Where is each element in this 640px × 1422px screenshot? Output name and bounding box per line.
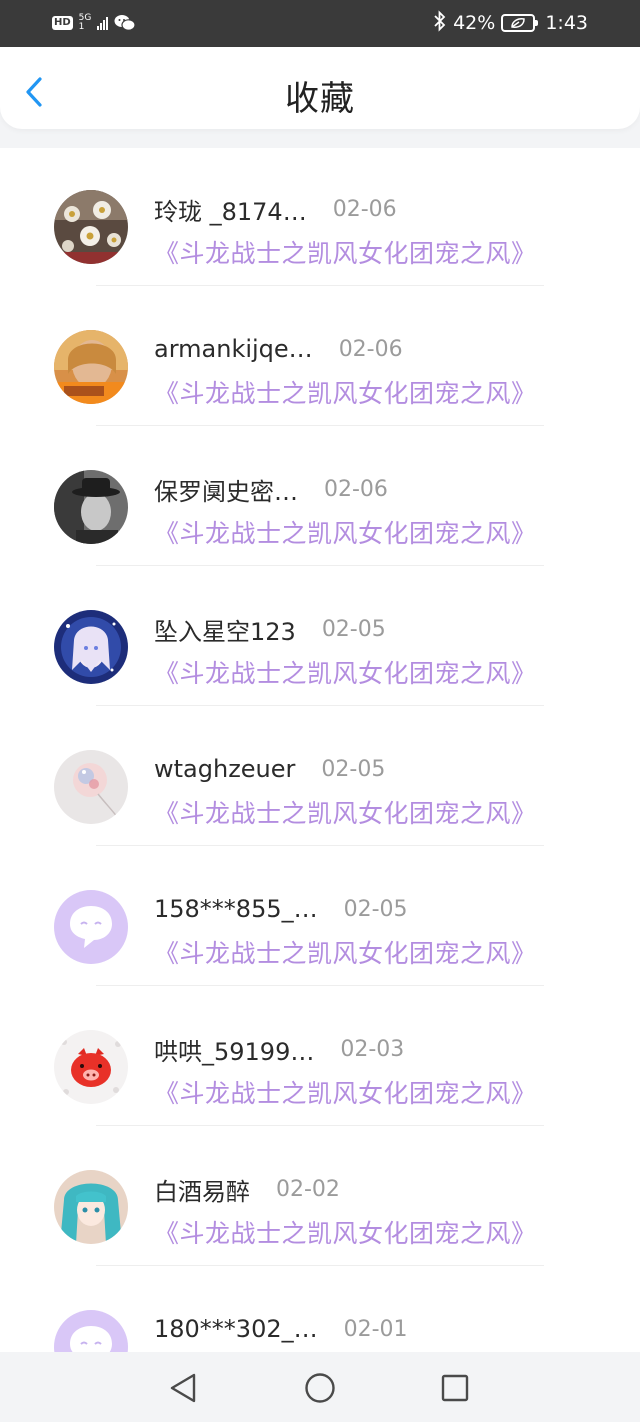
username[interactable]: 哄哄_59199… [154, 1032, 314, 1067]
date: 02-05 [321, 616, 386, 642]
status-bar: HD 5G 1 42% 1:43 [0, 0, 640, 47]
network-type: 5G 1 [78, 13, 92, 32]
default-chat-avatar-icon [54, 1310, 128, 1352]
divider [96, 845, 544, 846]
date: 02-06 [338, 336, 403, 362]
battery-icon [501, 14, 539, 32]
list-item[interactable]: 哄哄_59199… 02-03 《斗龙战士之凯风女化团宠之风》 [0, 988, 640, 1128]
bluetooth-icon [433, 9, 447, 37]
date: 02-05 [321, 756, 386, 782]
work-title[interactable]: 《斗龙战士之凯风女化团宠之风》 [154, 234, 537, 270]
work-title[interactable]: 《斗龙战士之凯风女化团宠之风》 [154, 374, 537, 410]
girl-photo-avatar-icon [54, 330, 128, 404]
divider [96, 425, 544, 426]
date: 02-01 [343, 1316, 408, 1342]
anime-girl-avatar-icon [54, 610, 128, 684]
list-item[interactable]: 保罗阒史密… 02-06 《斗龙战士之凯风女化团宠之风》 [0, 428, 640, 568]
miku-avatar-icon [54, 1170, 128, 1244]
wechat-icon [114, 14, 136, 32]
divider [96, 285, 544, 286]
system-nav-bar [0, 1352, 640, 1422]
list-item[interactable]: 玲珑 _8174… 02-06 《斗龙战士之凯风女化团宠之风》 [0, 148, 640, 288]
triangle-back-icon [170, 1373, 196, 1403]
avatar[interactable] [54, 190, 128, 264]
list-item[interactable]: 白酒易醉 02-02 《斗龙战士之凯风女化团宠之风》 [0, 1128, 640, 1268]
divider [96, 565, 544, 566]
battery-percent: 42% [453, 12, 496, 34]
work-title[interactable]: 《斗龙战士之凯风女化团宠之风》 [154, 934, 537, 970]
nav-home-button[interactable] [302, 1370, 338, 1406]
work-title[interactable]: 《斗龙战士之凯风女化团宠之风》 [154, 1074, 537, 1110]
username[interactable]: 玲珑 _8174… [154, 192, 307, 227]
red-pig-avatar-icon [54, 1030, 128, 1104]
man-hat-avatar-icon [54, 470, 128, 544]
divider [96, 705, 544, 706]
date: 02-06 [332, 196, 397, 222]
avatar[interactable] [54, 1170, 128, 1244]
date: 02-06 [324, 476, 388, 502]
avatar[interactable] [54, 330, 128, 404]
default-chat-avatar-icon [54, 890, 128, 964]
favorites-list: 玲珑 _8174… 02-06 《斗龙战士之凯风女化团宠之风》 armankij… [0, 148, 640, 1352]
username[interactable]: 坠入星空123 [154, 612, 296, 647]
avatar[interactable] [54, 1310, 128, 1352]
flowers-avatar-icon [54, 190, 128, 264]
page-title: 收藏 [285, 79, 355, 119]
work-title[interactable]: 《斗龙战士之凯风女化团宠之风》 [154, 794, 537, 830]
list-item[interactable]: 180***302_… 02-01 [0, 1268, 640, 1352]
hd-indicator: HD [52, 16, 73, 30]
signal-icon [97, 16, 109, 30]
divider [96, 1265, 544, 1266]
nav-recents-button[interactable] [437, 1370, 473, 1406]
header: 收藏 [0, 47, 640, 129]
avatar[interactable] [54, 890, 128, 964]
work-title[interactable]: 《斗龙战士之凯风女化团宠之风》 [154, 654, 537, 690]
work-title[interactable]: 《斗龙战士之凯风女化团宠之风》 [154, 1214, 537, 1250]
username[interactable]: 保罗阒史密… [154, 472, 298, 507]
list-item[interactable]: 坠入星空123 02-05 《斗龙战士之凯风女化团宠之风》 [0, 568, 640, 708]
circle-home-icon [305, 1373, 335, 1403]
date: 02-02 [276, 1176, 340, 1202]
avatar[interactable] [54, 1030, 128, 1104]
avatar[interactable] [54, 610, 128, 684]
list-item[interactable]: wtaghzeuer 02-05 《斗龙战士之凯风女化团宠之风》 [0, 708, 640, 848]
list-item[interactable]: armankijqe… 02-06 《斗龙战士之凯风女化团宠之风》 [0, 288, 640, 428]
username[interactable]: wtaghzeuer [154, 755, 295, 783]
avatar[interactable] [54, 750, 128, 824]
work-title[interactable]: 《斗龙战士之凯风女化团宠之风》 [154, 514, 537, 550]
list-item[interactable]: 158***855_… 02-05 《斗龙战士之凯风女化团宠之风》 [0, 848, 640, 988]
nav-back-button[interactable] [166, 1370, 202, 1406]
avatar[interactable] [54, 470, 128, 544]
username[interactable]: 180***302_… [154, 1315, 318, 1343]
square-recents-icon [441, 1374, 469, 1402]
clock: 1:43 [545, 12, 588, 34]
username[interactable]: 158***855_… [154, 895, 318, 923]
crystal-ball-avatar-icon [54, 750, 128, 824]
date: 02-05 [343, 896, 408, 922]
username[interactable]: 白酒易醉 [154, 1172, 250, 1207]
username[interactable]: armankijqe… [154, 335, 313, 363]
divider [96, 1125, 544, 1126]
divider [96, 985, 544, 986]
date: 02-03 [340, 1036, 405, 1062]
